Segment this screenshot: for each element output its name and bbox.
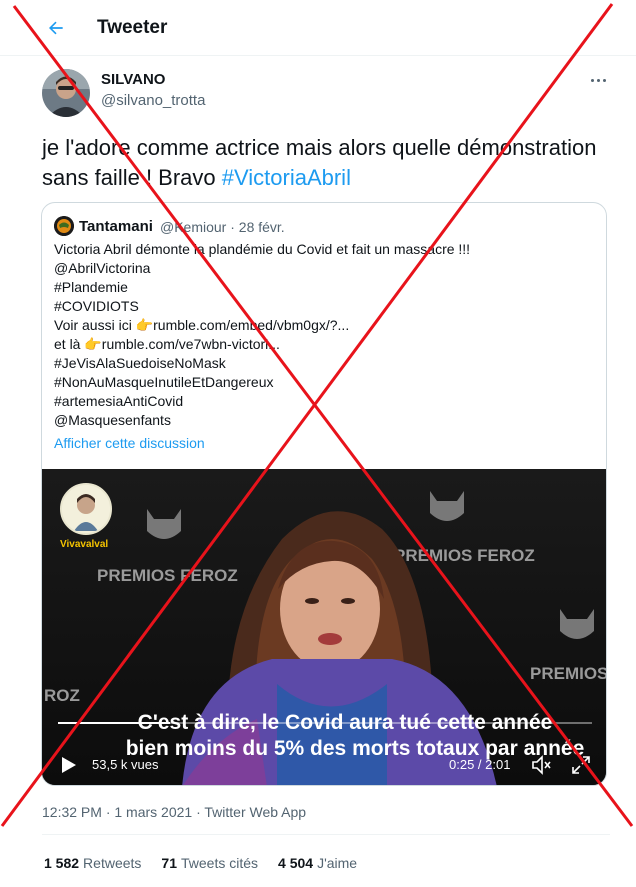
video-progress-fill	[58, 722, 171, 724]
quoted-author-name: Tantamani	[79, 218, 153, 235]
quoted-text-line: @Masquesenfants	[54, 412, 171, 428]
arrow-left-icon	[49, 21, 63, 35]
quoted-text-line: Voir aussi ici 👉rumble.com/embed/vbm0gx/…	[54, 317, 350, 333]
channel-logo	[60, 483, 112, 535]
quoted-text-line: Victoria Abril démonte la plandémie du C…	[54, 241, 471, 257]
retweets-count: 1 582	[44, 855, 80, 871]
quoted-text-line: #artemesiaAntiCovid	[54, 393, 184, 409]
likes-label: J'aime	[317, 855, 358, 871]
video-time: 0:25 / 2:01	[449, 757, 511, 772]
hashtag-link[interactable]: #VictoriaAbril	[222, 165, 351, 190]
backdrop-text: PREMIOS FEROZ	[394, 546, 535, 565]
fullscreen-icon[interactable]	[570, 754, 592, 776]
quoted-text-line: #COVIDIOTS	[54, 298, 139, 314]
likes-count: 4 504	[278, 855, 314, 871]
tweet-timestamp[interactable]: 12:32 PM · 1 mars 2021 · Twitter Web App	[42, 804, 306, 820]
quotes-count: 71	[161, 855, 177, 871]
quoted-text-line: #JeVisAlaSuedoiseNoMask	[54, 355, 226, 371]
view-count: 53,5 k vues	[92, 757, 159, 772]
quoted-text-line: et là 👉rumble.com/ve7wbn-victori...	[54, 336, 280, 352]
channel-name: Vivavalval	[60, 539, 109, 550]
author-handle[interactable]: @silvano_trotta	[101, 92, 205, 109]
more-options-icon[interactable]	[586, 70, 610, 90]
engagement-stats: 1 582 Retweets 71 Tweets cités 4 504 J'aime	[44, 855, 357, 871]
retweets-stat[interactable]: 1 582 Retweets	[44, 855, 141, 871]
quoted-tweet[interactable]: Tantamani @Kemiour · 28 févr. Victoria A…	[41, 202, 607, 786]
tweet-text: je l'adore comme actrice mais alors quel…	[42, 133, 602, 193]
video-progress-bar[interactable]	[58, 722, 592, 724]
backdrop-text: PREMIOS FE	[530, 664, 607, 683]
quoted-meta: @Kemiour · 28 févr.	[160, 219, 285, 235]
top-header: Tweeter	[0, 0, 636, 56]
quotes-label: Tweets cités	[180, 855, 259, 871]
page-title: Tweeter	[97, 17, 168, 38]
author-avatar[interactable]	[42, 69, 90, 117]
author-name[interactable]: SILVANO	[101, 71, 165, 88]
divider	[42, 834, 610, 835]
quoted-text-line: #Plandemie	[54, 279, 128, 295]
quotes-stat[interactable]: 71 Tweets cités	[161, 855, 258, 871]
video-player[interactable]: PREMIOS FEROZ PREMIOS FEROZ PREMIOS FE R…	[42, 469, 607, 785]
show-thread-link[interactable]: Afficher cette discussion	[54, 435, 205, 451]
back-button[interactable]	[40, 12, 72, 44]
volume-muted-icon[interactable]	[530, 754, 552, 776]
quoted-avatar	[54, 216, 74, 236]
play-icon[interactable]	[58, 755, 78, 775]
likes-stat[interactable]: 4 504 J'aime	[278, 855, 357, 871]
backdrop-text: ROZ	[44, 686, 80, 705]
backdrop-text: PREMIOS FEROZ	[97, 566, 238, 585]
retweets-label: Retweets	[83, 855, 142, 871]
quoted-text-line: @AbrilVictorina	[54, 260, 151, 276]
quoted-text: Victoria Abril démonte la plandémie du C…	[54, 240, 594, 430]
quoted-text-line: #NonAuMasqueInutileEtDangereux	[54, 374, 274, 390]
